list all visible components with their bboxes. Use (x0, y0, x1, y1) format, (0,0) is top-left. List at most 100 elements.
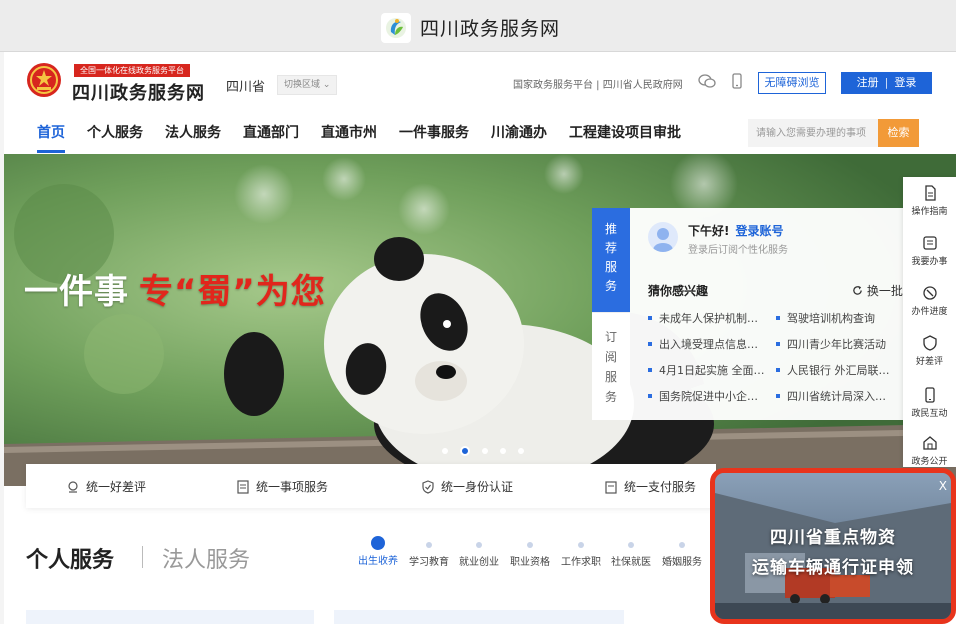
carousel-dot-3[interactable] (482, 448, 488, 454)
category-dot-icon (476, 542, 482, 548)
promo-popup[interactable]: 四川省重点物资 运输车辆通行证申领 X (710, 468, 956, 624)
list-item[interactable]: 驾驶培训机构查询 (776, 310, 894, 326)
tab-recommend-services[interactable]: 推荐服务 (592, 208, 630, 312)
sidebar-item-handle[interactable]: 我要办事 (903, 235, 956, 267)
category-employment[interactable]: 就业创业 (459, 542, 499, 568)
category-dot-icon (371, 536, 385, 550)
login-button[interactable]: 登录 (894, 76, 916, 89)
unify-identity[interactable]: 统一身份认证 (421, 478, 513, 495)
auth-button-group: 注册 | 登录 (841, 72, 932, 94)
unify-items[interactable]: 统一事项服务 (236, 478, 328, 495)
platform-slogan-badge: 全国一体化在线政务服务平台 (74, 64, 190, 77)
sidebar-item-interaction[interactable]: 政民互动 (903, 387, 956, 419)
banner-headline: 一件事 专“蜀”为您 (24, 264, 326, 313)
browser-title-bar: 四川政务服务网 (0, 0, 956, 52)
sidebar-item-label: 办件进度 (911, 307, 948, 317)
search-input[interactable] (748, 119, 878, 147)
guess-interest-title: 猜你感兴趣 (648, 284, 709, 298)
mobile-app-icon[interactable] (728, 72, 746, 90)
greeting-subtext: 登录后订阅个性化服务 (688, 245, 788, 256)
category-job-seeking[interactable]: 工作求职 (561, 542, 601, 568)
category-qualification[interactable]: 职业资格 (510, 542, 550, 568)
register-button[interactable]: 注册 (857, 76, 879, 89)
close-icon[interactable]: X (939, 479, 947, 493)
search-button[interactable]: 检索 (878, 119, 919, 147)
sidebar-item-label: 操作指南 (911, 207, 948, 217)
category-birth-adoption[interactable]: 出生收养 (358, 536, 398, 567)
list-item[interactable]: 国务院促进中小企业发展 (648, 388, 766, 404)
tab-divider (142, 546, 143, 568)
carousel-dots (442, 439, 536, 458)
carousel-dot-1[interactable] (442, 448, 448, 454)
document-icon (237, 480, 249, 494)
sidebar-item-progress[interactable]: 办件进度 (903, 285, 956, 317)
list-item[interactable]: 人民银行 外汇局联合发布 (776, 362, 894, 378)
nav-departments[interactable]: 直通部门 (243, 122, 299, 142)
search-progress-icon (922, 286, 937, 300)
category-label: 工作求职 (561, 557, 601, 568)
category-dot-icon (628, 542, 634, 548)
avatar (648, 222, 678, 252)
tab-legal-services[interactable]: 法人服务 (162, 542, 250, 574)
accessible-browsing-button[interactable]: 无障碍浏览 (758, 72, 826, 94)
sidebar-item-disclosure[interactable]: 政务公开 (903, 435, 956, 467)
unify-label: 统一身份认证 (441, 480, 514, 494)
carousel-dot-2[interactable] (460, 446, 470, 456)
popup-line-1: 四川省重点物资 (770, 528, 896, 548)
refresh-label: 换一批 (866, 284, 903, 298)
category-label: 就业创业 (459, 557, 499, 568)
popup-line-2: 运输车辆通行证申领 (752, 558, 914, 578)
sidebar-item-label: 政民互动 (911, 409, 948, 419)
greeting-text: 下午好! 登录账号 (688, 222, 784, 239)
list-item[interactable]: 四川省统计局深入调研 (776, 388, 894, 404)
unify-evaluation[interactable]: 统一好差评 (66, 478, 146, 495)
category-education[interactable]: 学习教育 (409, 542, 449, 568)
list-item[interactable]: 四川青少年比赛活动 (776, 336, 894, 352)
carousel-dot-5[interactable] (518, 448, 524, 454)
category-dot-icon (527, 542, 533, 548)
category-label: 出生收养 (358, 556, 398, 567)
category-marriage[interactable]: 婚姻服务 (662, 542, 702, 568)
recommend-panel: 推荐服务 订阅服务 下午好! 登录账号 登录后订阅个性化服务 猜你感兴趣 换一批 … (592, 208, 904, 420)
building-icon (922, 436, 937, 450)
user-avatar-icon (653, 228, 673, 252)
nav-construction-approval[interactable]: 工程建设项目审批 (569, 122, 681, 142)
banner-headline-white: 一件事 (24, 272, 129, 312)
list-item[interactable]: 出入境受理点信息查询 (648, 336, 766, 352)
list-item[interactable]: 未成年人保护机制建设 (648, 310, 766, 326)
sidebar-item-label: 好差评 (915, 357, 943, 367)
shield-check-icon (422, 480, 434, 494)
unify-label: 统一事项服务 (256, 480, 329, 494)
nav-cities[interactable]: 直通市州 (321, 122, 377, 142)
nav-legal-services[interactable]: 法人服务 (165, 122, 221, 142)
service-card[interactable] (26, 610, 314, 624)
site-name-logo[interactable]: 四川政务服务网 (72, 79, 205, 105)
refresh-batch-button[interactable]: 换一批 (852, 282, 903, 299)
category-social-security[interactable]: 社保就医 (611, 542, 651, 568)
nav-one-thing-services[interactable]: 一件事服务 (399, 122, 469, 142)
switch-region-dropdown[interactable]: 切换区域 ⌄ (277, 75, 338, 95)
tab-personal-services[interactable]: 个人服务 (26, 542, 114, 574)
document-icon (924, 185, 936, 201)
wechat-icon[interactable] (698, 72, 716, 90)
unify-label: 统一支付服务 (624, 480, 697, 494)
category-dot-icon (426, 542, 432, 548)
list-item[interactable]: 4月1日起实施 全面推行 (648, 362, 766, 378)
nav-personal-services[interactable]: 个人服务 (87, 122, 143, 142)
service-card[interactable] (334, 610, 624, 624)
tab-subscribe-services[interactable]: 订阅服务 (592, 312, 630, 420)
shield-icon (922, 335, 937, 351)
top-links[interactable]: 国家政务服务平台 | 四川省人民政府网 (513, 76, 683, 91)
sidebar-item-evaluation[interactable]: 好差评 (903, 335, 956, 367)
evaluation-icon (68, 481, 78, 493)
nav-home[interactable]: 首页 (37, 122, 65, 142)
carousel-dot-4[interactable] (500, 448, 506, 454)
list-icon (922, 236, 937, 250)
category-label: 婚姻服务 (662, 557, 702, 568)
window-title: 四川政务服务网 (420, 18, 561, 40)
recommend-content: 下午好! 登录账号 登录后订阅个性化服务 猜你感兴趣 换一批 未成年人保护机制建设… (630, 208, 904, 420)
nav-sichuan-chongqing[interactable]: 川渝通办 (491, 122, 547, 142)
unify-payment[interactable]: 统一支付服务 (604, 478, 696, 495)
login-account-link[interactable]: 登录账号 (735, 224, 783, 238)
sidebar-item-guide[interactable]: 操作指南 (903, 185, 956, 217)
